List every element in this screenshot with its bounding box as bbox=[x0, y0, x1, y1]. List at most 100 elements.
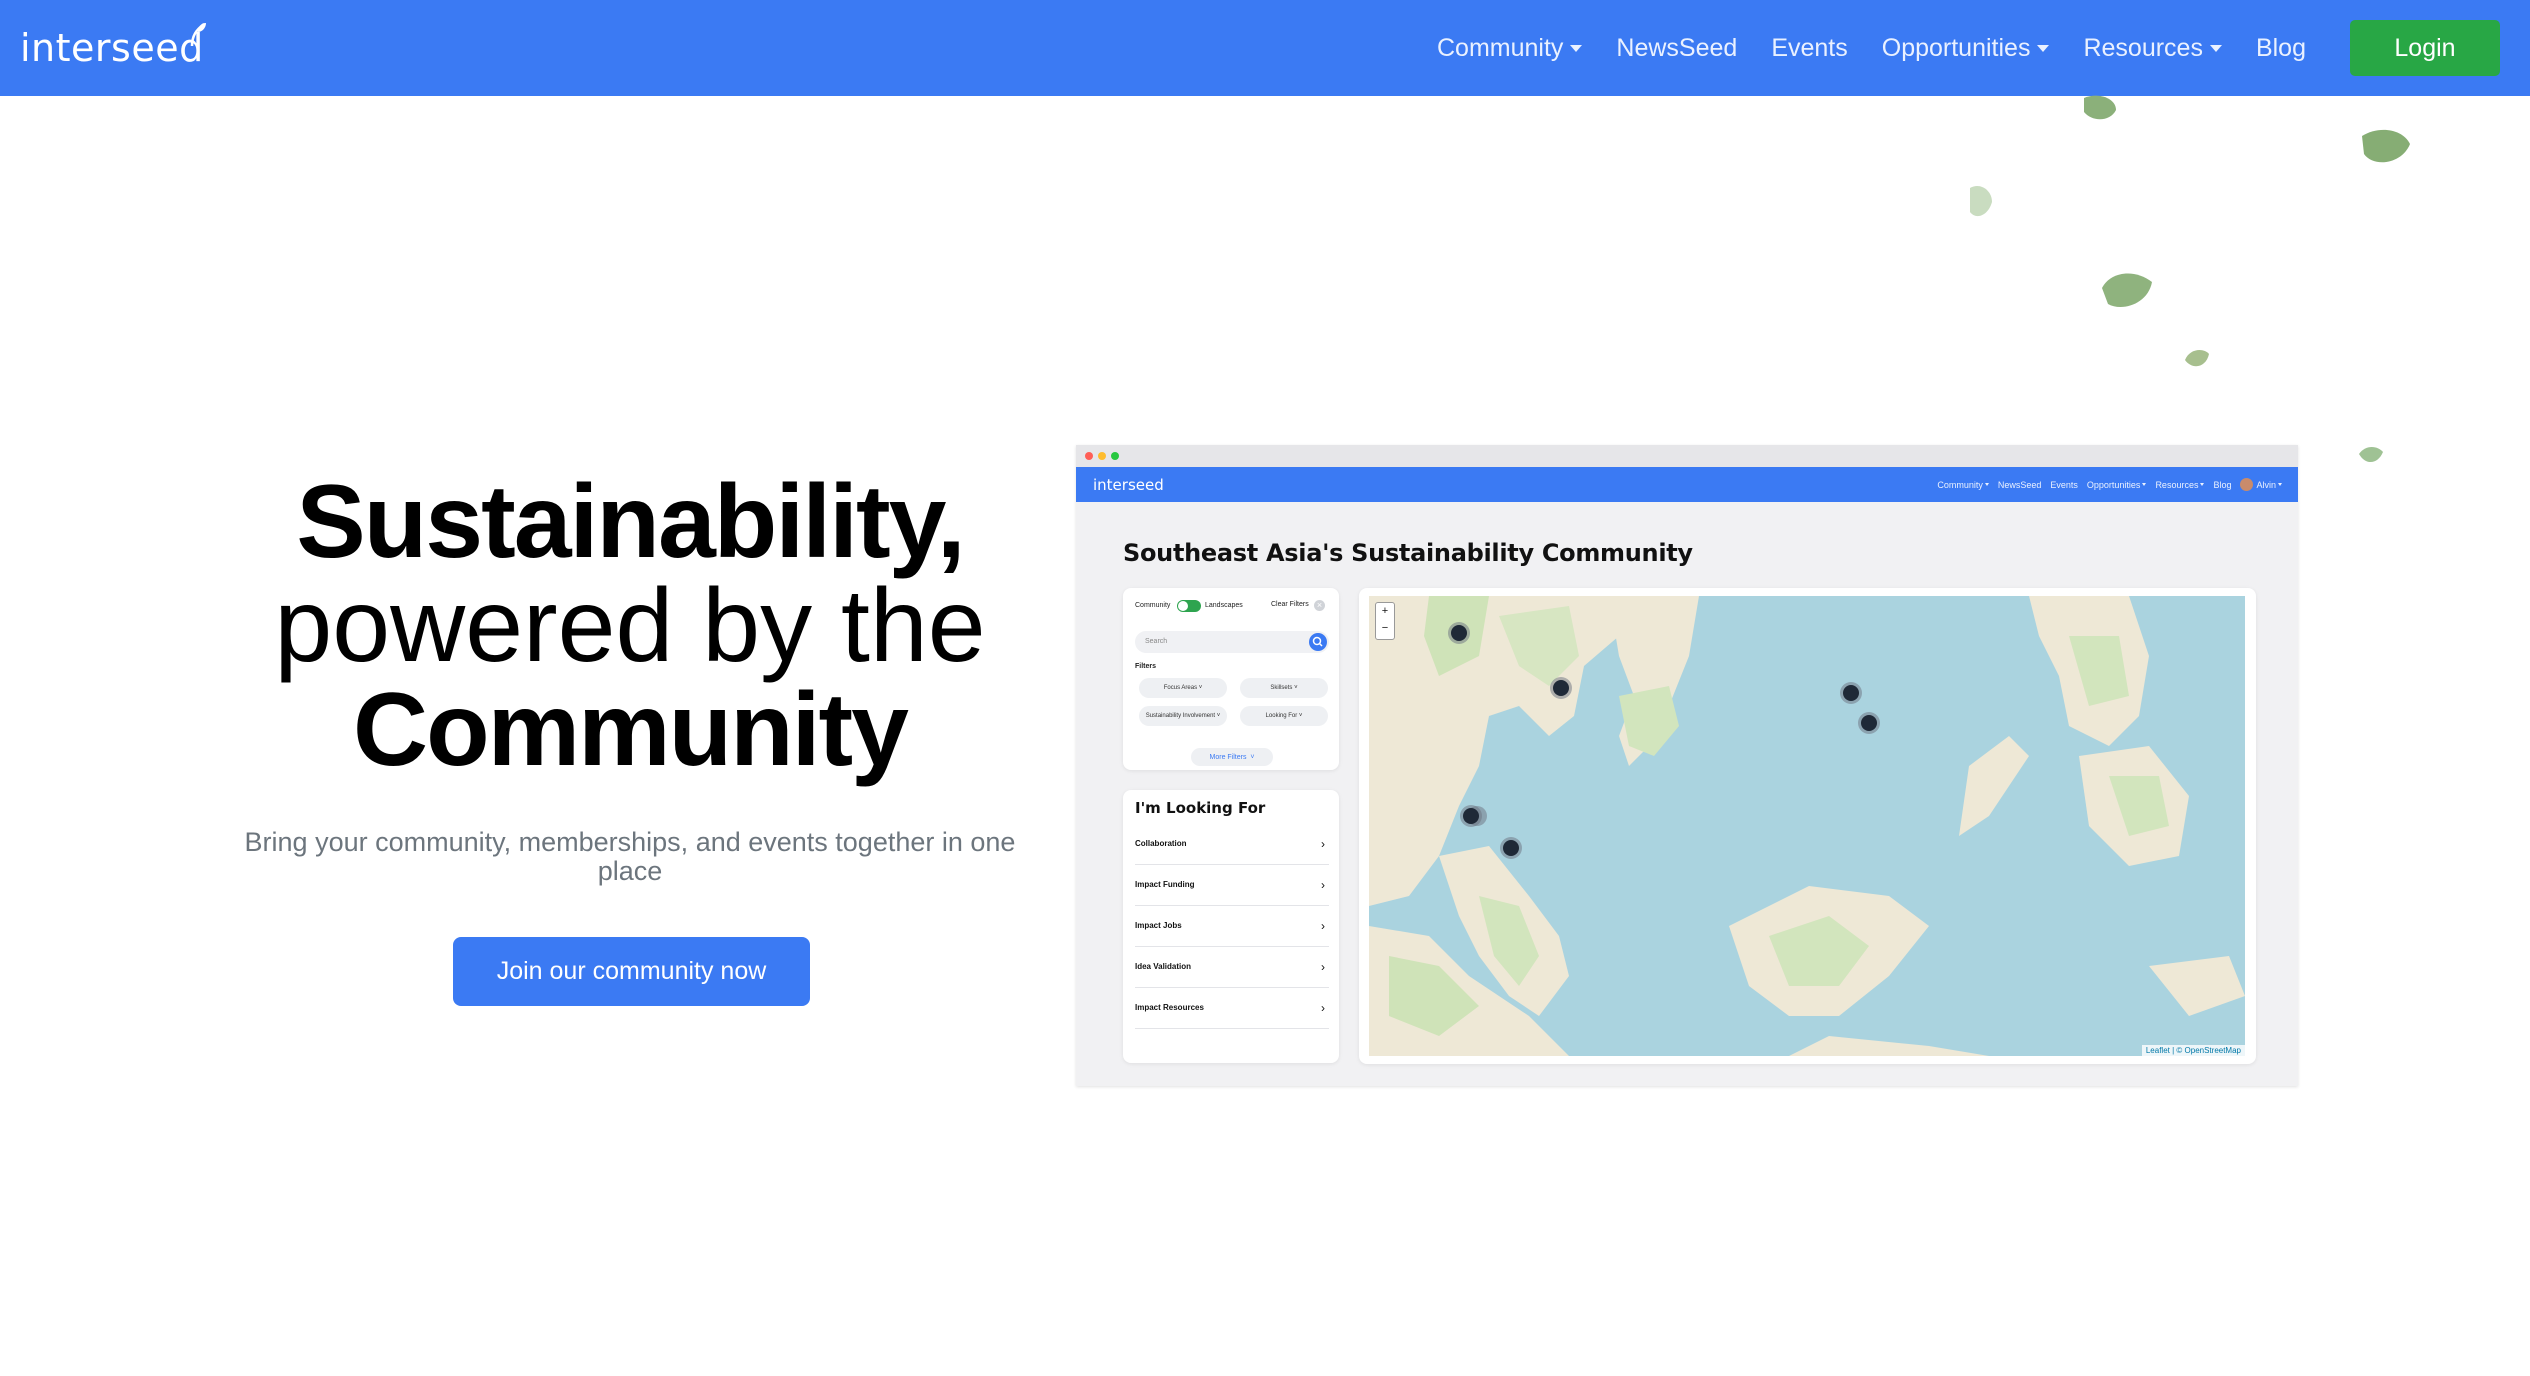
hero-line-3: Community bbox=[353, 672, 909, 788]
filter-chip: Focus Areas ˅ bbox=[1139, 678, 1227, 698]
filter-chip-label: Skillsets bbox=[1270, 685, 1293, 691]
leaf-icon bbox=[2102, 273, 2152, 308]
clear-icon: × bbox=[1314, 600, 1325, 611]
sprout-icon bbox=[190, 23, 206, 47]
nav-events-label: Events bbox=[1771, 33, 1848, 62]
hero-subtitle: Bring your community, memberships, and e… bbox=[244, 827, 1016, 886]
nav-opportunities[interactable]: Opportunities bbox=[1882, 34, 2050, 63]
nav-newsseed[interactable]: NewsSeed bbox=[1616, 34, 1737, 63]
preview-filters-card: Community Landscapes Clear Filters × Sea… bbox=[1123, 588, 1339, 770]
filter-chip-label: Sustainability Involvement bbox=[1145, 713, 1216, 719]
caret-down-icon bbox=[2209, 44, 2222, 52]
caret-down-icon bbox=[2200, 483, 2205, 486]
preview-nav-label: Events bbox=[2050, 479, 2078, 490]
nav-community[interactable]: Community bbox=[1436, 33, 1583, 63]
leaf-icon bbox=[2084, 95, 2116, 120]
preview-nav-user: Alvin bbox=[2240, 478, 2282, 491]
community-landscape-toggle bbox=[1177, 600, 1201, 612]
chevron-right-icon: › bbox=[1321, 878, 1325, 892]
map-land-shapes bbox=[1369, 596, 2245, 1056]
maximize-dot-icon bbox=[1111, 452, 1119, 460]
looking-for-label: Impact Funding bbox=[1135, 880, 1195, 889]
map-marker-cluster bbox=[1500, 837, 1522, 859]
looking-for-item: Impact Resources › bbox=[1135, 988, 1329, 1029]
preview-nav-newsseed: NewsSeed bbox=[1998, 480, 2042, 490]
window-titlebar bbox=[1076, 445, 2298, 467]
looking-for-item: Impact Funding › bbox=[1135, 865, 1329, 906]
caret-down-icon bbox=[2142, 483, 2147, 486]
top-navbar: interseed Community NewsSeed Events Oppo… bbox=[0, 0, 2530, 96]
close-dot-icon bbox=[1085, 452, 1093, 460]
clear-filters-label: Clear Filters bbox=[1271, 601, 1309, 608]
nav-events[interactable]: Events bbox=[1771, 34, 1847, 63]
nav-blog-label: Blog bbox=[2255, 33, 2306, 62]
preview-looking-for-card: I'm Looking For Collaboration › Impact Fu… bbox=[1123, 790, 1339, 1063]
app-preview-screenshot: interseed Community NewsSeed Events Oppo… bbox=[1076, 445, 2298, 1086]
preview-user-name: Alvin bbox=[2256, 479, 2276, 490]
filters-heading: Filters bbox=[1135, 663, 1157, 670]
hero-line-1: Sustainability, bbox=[296, 464, 965, 580]
nav-resources[interactable]: Resources bbox=[2083, 34, 2222, 63]
community-map: + − Leaflet | © OpenStreetMap bbox=[1369, 596, 2245, 1056]
caret-down-icon bbox=[1570, 44, 1583, 52]
preview-nav-label: Blog bbox=[2213, 479, 2232, 490]
looking-for-label: Idea Validation bbox=[1135, 962, 1192, 971]
leaf-icon bbox=[2185, 350, 2209, 367]
interseed-logo[interactable]: interseed bbox=[20, 18, 206, 78]
map-zoom-controls: + − bbox=[1375, 602, 1395, 640]
more-filters-label: More Filters bbox=[1209, 753, 1247, 761]
nav-resources-label: Resources bbox=[2083, 33, 2203, 62]
minimize-dot-icon bbox=[1098, 452, 1106, 460]
map-marker-cluster bbox=[1550, 677, 1572, 699]
nav-community-label: Community bbox=[1436, 33, 1564, 62]
looking-for-item: Collaboration › bbox=[1135, 824, 1329, 865]
preview-navbar: interseed Community NewsSeed Events Oppo… bbox=[1076, 467, 2298, 502]
preview-nav-community: Community bbox=[1937, 480, 1989, 490]
looking-for-item: Idea Validation › bbox=[1135, 947, 1329, 988]
leaf-icon bbox=[1970, 185, 1992, 217]
nav-blog[interactable]: Blog bbox=[2256, 34, 2306, 63]
map-marker-cluster bbox=[1460, 805, 1487, 827]
caret-down-icon bbox=[1984, 483, 1989, 486]
hero-title: Sustainability, powered by the Community bbox=[230, 470, 1030, 782]
chevron-right-icon: › bbox=[1321, 960, 1325, 974]
preview-map-card: + − Leaflet | © OpenStreetMap bbox=[1359, 588, 2256, 1064]
leaf-icon bbox=[2359, 447, 2383, 463]
chevron-right-icon: › bbox=[1321, 919, 1325, 933]
map-marker-cluster bbox=[1840, 682, 1862, 704]
preview-nav-label: Resources bbox=[2155, 479, 2199, 490]
looking-for-title: I'm Looking For bbox=[1135, 799, 1266, 817]
preview-page-title: Southeast Asia's Sustainability Communit… bbox=[1123, 539, 1693, 567]
preview-nav-opportunities: Opportunities bbox=[2087, 480, 2147, 490]
brand-name: interseed bbox=[20, 26, 204, 70]
nav-newsseed-label: NewsSeed bbox=[1616, 33, 1738, 62]
nav-menu: Community NewsSeed Events Opportunities … bbox=[1403, 0, 2500, 96]
looking-for-label: Impact Jobs bbox=[1135, 921, 1182, 930]
caret-down-icon bbox=[2037, 44, 2050, 52]
filter-chip-label: Looking For bbox=[1265, 713, 1298, 719]
search-placeholder: Search bbox=[1145, 638, 1168, 645]
filter-chip: Sustainability Involvement ˅ bbox=[1139, 706, 1227, 726]
preview-nav-label: Community bbox=[1937, 479, 1983, 490]
chevron-right-icon: › bbox=[1321, 1001, 1325, 1015]
search-icon bbox=[1309, 633, 1327, 651]
join-community-button[interactable]: Join our community now bbox=[453, 937, 810, 1006]
preview-nav-label: NewsSeed bbox=[1997, 479, 2042, 490]
more-filters-button: More Filters ˅ bbox=[1191, 748, 1273, 766]
filter-chip-label: Focus Areas bbox=[1163, 685, 1198, 691]
toggle-right-label: Landscapes bbox=[1205, 602, 1243, 609]
avatar bbox=[2240, 478, 2254, 491]
leaf-icon bbox=[2362, 129, 2410, 163]
zoom-in-icon: + bbox=[1381, 605, 1389, 617]
preview-nav-menu: Community NewsSeed Events Opportunities … bbox=[1928, 467, 2282, 502]
caret-down-icon bbox=[2278, 483, 2282, 486]
hero-heading: Sustainability, powered by the Community bbox=[230, 470, 1030, 782]
map-attribution: Leaflet | © OpenStreetMap bbox=[2141, 1045, 2245, 1056]
filter-chip: Skillsets ˅ bbox=[1240, 678, 1328, 698]
looking-for-label: Collaboration bbox=[1135, 839, 1187, 848]
preview-search-input: Search bbox=[1135, 631, 1329, 653]
login-button[interactable]: Login bbox=[2350, 20, 2500, 76]
preview-nav-events: Events bbox=[2050, 480, 2078, 490]
chevron-right-icon: › bbox=[1321, 837, 1325, 851]
map-marker-cluster bbox=[1858, 712, 1880, 734]
